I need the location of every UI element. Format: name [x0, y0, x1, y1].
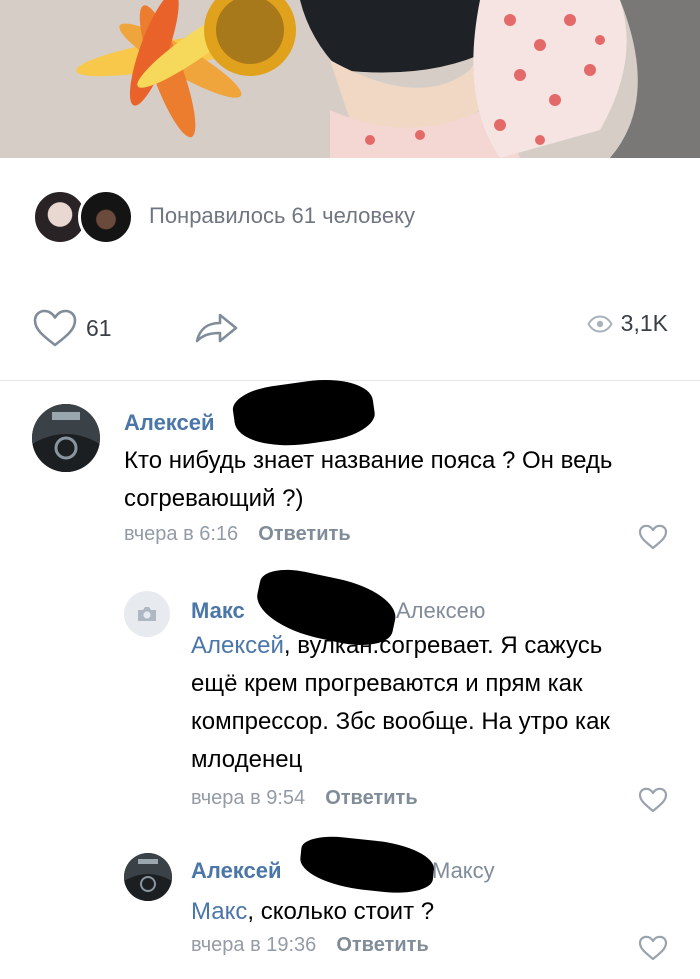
- reply-to[interactable]: Алексею: [396, 598, 485, 624]
- liker-avatar[interactable]: [78, 189, 134, 245]
- avatar-image: [124, 853, 172, 901]
- heart-icon: [33, 309, 77, 347]
- comment: Алексей Кто нибудь знает название пояса …: [0, 372, 700, 560]
- action-bar: 61 3,1K: [0, 300, 700, 356]
- reply-button[interactable]: Ответить: [336, 934, 428, 956]
- comment-author[interactable]: Алексей: [124, 410, 215, 436]
- likers-text[interactable]: Понравилось 61 человеку: [149, 203, 415, 229]
- comment-reply: Макс Алексею Алексей, вулкан.согревает. …: [0, 563, 700, 825]
- eye-icon: [587, 314, 613, 333]
- mention[interactable]: Алексей: [191, 632, 284, 659]
- comment-text: Кто нибудь знает название пояса ? Он вед…: [124, 447, 613, 512]
- share-icon: [195, 313, 238, 343]
- comment-like-icon[interactable]: [638, 524, 668, 550]
- comment-text: Макс, сколько стоит ?: [191, 893, 651, 931]
- divider: [0, 380, 700, 381]
- avatar[interactable]: [124, 591, 170, 637]
- views: 3,1K: [587, 310, 668, 337]
- comment-author[interactable]: Алексей: [191, 858, 282, 884]
- avatar-image: [32, 404, 100, 472]
- comment-time: вчера в 6:16: [124, 523, 239, 545]
- like-count: 61: [86, 314, 112, 341]
- comment-time: вчера в 9:54: [191, 787, 306, 809]
- post-photo[interactable]: [0, 0, 700, 158]
- camera-icon: [138, 607, 156, 621]
- redaction: [297, 833, 437, 897]
- comment-reply: Алексей Максу Макс, сколько стоит ? вчер…: [0, 833, 700, 975]
- like-button[interactable]: 61: [32, 306, 112, 350]
- comment-meta: вчера в 6:16 Ответить: [124, 523, 351, 546]
- comment-meta: вчера в 19:36 Ответить: [191, 934, 429, 957]
- reply-button[interactable]: Ответить: [258, 523, 350, 545]
- reply-button[interactable]: Ответить: [325, 787, 417, 809]
- comment-text: Алексей, вулкан.согревает. Я сажусь ещё …: [191, 627, 651, 779]
- comment-body: , сколько стоит ?: [247, 898, 435, 925]
- post-photo-image: [0, 0, 700, 158]
- comment-meta: вчера в 9:54 Ответить: [191, 787, 418, 810]
- reply-to[interactable]: Максу: [432, 858, 495, 884]
- avatar[interactable]: [124, 853, 172, 901]
- comment-like-icon[interactable]: [638, 787, 668, 813]
- likers-row[interactable]: Понравилось 61 человеку: [0, 186, 700, 248]
- comment-author[interactable]: Макс: [191, 598, 245, 624]
- views-count: 3,1K: [620, 310, 668, 336]
- avatar[interactable]: [32, 404, 100, 472]
- comment-like-icon[interactable]: [638, 935, 668, 961]
- comment-time: вчера в 19:36: [191, 934, 317, 956]
- mention[interactable]: Макс: [191, 898, 247, 925]
- share-button[interactable]: [192, 308, 242, 348]
